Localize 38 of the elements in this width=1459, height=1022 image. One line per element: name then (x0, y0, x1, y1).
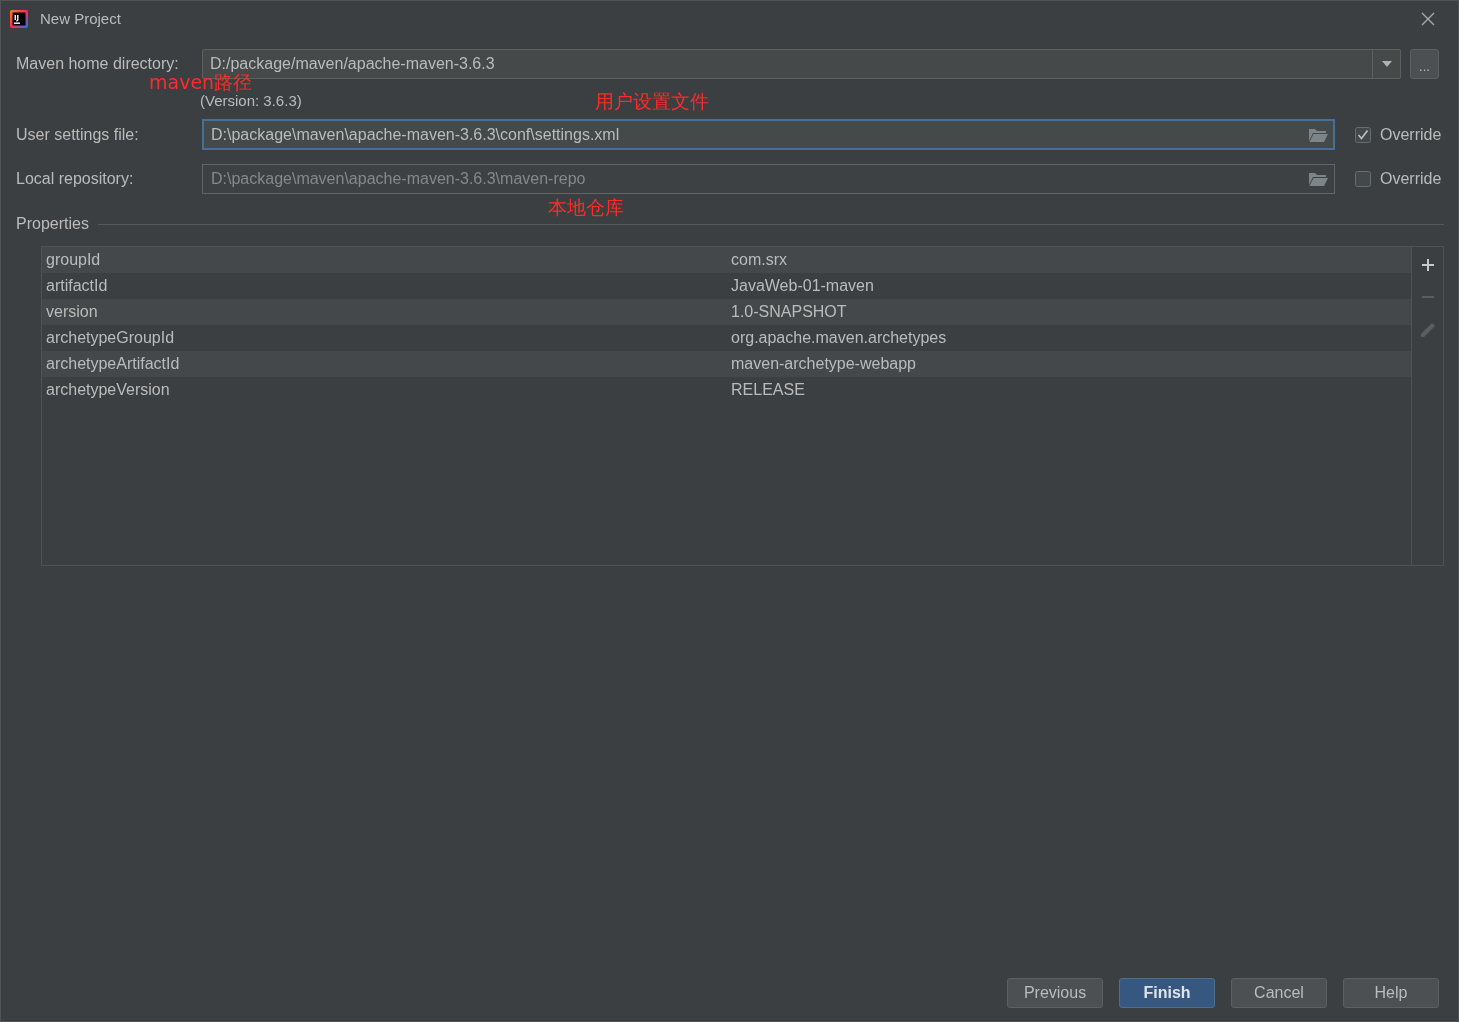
dialog-button[interactable]: Previous (1007, 978, 1103, 1008)
version-text: (Version: 3.6.3) (200, 91, 302, 109)
dialog-button[interactable]: Cancel (1231, 978, 1327, 1008)
table-cell-text: 1.0-SNAPSHOT (730, 303, 848, 321)
table-row[interactable]: groupId com.srx (42, 247, 1411, 273)
field-label: Local repository: (16, 170, 135, 188)
field-label: User settings file: (16, 125, 140, 144)
table-cell-text: artifactId (45, 277, 109, 295)
close-icon[interactable] (1421, 11, 1435, 26)
table-cell-text: org.apache.maven.archetypes (730, 329, 948, 347)
window-title: New Project (40, 10, 121, 27)
table-row[interactable]: archetypeArtifactId maven-archetype-webapp (42, 351, 1411, 377)
table-cell-text: JavaWeb-01-maven (730, 277, 875, 295)
table-cell-text: archetypeGroupId (45, 329, 176, 347)
checkbox-label[interactable]: Override (1380, 125, 1442, 144)
section-title: Properties (16, 215, 89, 233)
table-cell-text: archetypeArtifactId (45, 355, 181, 373)
dialog-button[interactable]: Help (1343, 978, 1439, 1008)
table-cell-text: RELEASE (730, 381, 806, 399)
field-label: Maven home directory: (16, 55, 180, 73)
primary-button[interactable]: Finish (1119, 978, 1215, 1008)
checkbox[interactable] (1355, 126, 1371, 143)
table-row[interactable]: version 1.0-SNAPSHOT (42, 299, 1411, 325)
table-cell-text: version (45, 303, 99, 321)
folder-icon[interactable] (1309, 127, 1328, 142)
table-cell-text: archetypeVersion (45, 381, 171, 399)
annotation-text: 本地仓库 (548, 197, 624, 217)
browse-button[interactable]: ... (1410, 49, 1439, 79)
caret-icon (1381, 61, 1392, 67)
path-field[interactable]: D:\package\maven\apache-maven-3.6.3\conf\settings.xml (202, 119, 1335, 150)
table-row[interactable]: archetypeVersion RELEASE (42, 377, 1411, 403)
table-cell-text: groupId (45, 251, 102, 269)
table-row[interactable]: artifactId JavaWeb-01-maven (42, 273, 1411, 299)
plus-icon[interactable] (1421, 259, 1434, 271)
table-cell-text: maven-archetype-webapp (730, 355, 917, 373)
table-row[interactable]: archetypeGroupId org.apache.maven.archetypes (42, 325, 1411, 351)
annotation-text: 用户设置文件 (595, 91, 709, 111)
table-cell-text: com.srx (730, 251, 788, 269)
